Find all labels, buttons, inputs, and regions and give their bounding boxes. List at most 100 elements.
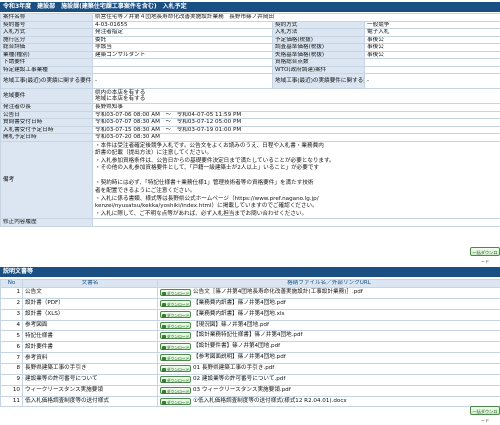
notes-line: ・契約時には必ず、「特記仕様書＋業務仕様1」管理技術者等の資格要件」を満たす技術 — [95, 180, 498, 188]
download-label: ダウンロード — [167, 389, 190, 394]
doc-file-cell: ダウンロード01 長野県建築工事の手引き.pdf — [158, 364, 500, 375]
notes-line: ・その他の入札参加資格要件として、「戸籍一級建築士が2人以上」いること」が必要で… — [95, 165, 498, 173]
download-button[interactable]: ダウンロード — [160, 300, 191, 307]
doc-name: 公告文 — [23, 288, 158, 299]
notes-label: 備考 — [1, 141, 93, 219]
info-label-2: 資格総合点数 — [273, 59, 365, 67]
download-button[interactable]: ダウンロード — [160, 365, 191, 372]
doc-name: 設計要件書 — [23, 342, 158, 353]
download-label: ダウンロード — [167, 356, 190, 361]
table-row: 7参考資料ダウンロード【参考図面説明】篠ノ井第4団地.pdf — [1, 353, 500, 364]
doc-file-link[interactable]: 【業務費内訳書】篠ノ井第4団地.xls — [193, 311, 284, 317]
doc-number: 5 — [1, 331, 23, 342]
doc-file-link[interactable]: 01 長野県建築工事の手引き.pdf — [193, 365, 274, 371]
info-row: 発注者の長長野県知事 — [1, 104, 500, 112]
doc-name: ウィークリースタンス実施要領 — [23, 385, 158, 396]
table-row: 8長野県建築工事の手引きダウンロード01 長野県建築工事の手引き.pdf — [1, 364, 500, 375]
info-value — [93, 59, 273, 67]
info-value: 4-03-01655 — [93, 21, 273, 29]
download-icon — [162, 314, 166, 318]
info-value: 非該当 — [93, 44, 273, 52]
download-button[interactable]: ダウンロード — [160, 311, 191, 318]
doc-file-link[interactable]: 【参考図面説明】篠ノ井第4団地.pdf — [193, 354, 286, 360]
download-all-button[interactable]: 一括ダウンロード — [470, 247, 500, 256]
doc-file-link[interactable]: 02 建設業等の許可番号について.pdf — [193, 376, 285, 382]
info-label-2: 予定価格(税抜) — [273, 36, 365, 44]
info-label: 開札予定日時 — [1, 134, 93, 142]
info-value: 令和03-07-15 08:30 AM ～ 令和03-07-19 01:00 P… — [93, 126, 500, 134]
download-icon — [162, 368, 166, 372]
docs-header-no: No — [1, 280, 23, 288]
info-label: 地域要件 — [1, 89, 93, 104]
doc-file-cell: ダウンロード【設計要件書】篠ノ井第4団地.pdf — [158, 342, 500, 353]
info-value-2: 一般競争 — [365, 21, 500, 29]
download-button[interactable]: ダウンロード — [160, 376, 191, 383]
doc-number: 7 — [1, 353, 23, 364]
info-label-2: WTO(政府調達)案件 — [273, 66, 365, 74]
table-row: 6設計要件書ダウンロード【設計要件書】篠ノ井第4団地.pdf — [1, 342, 500, 353]
info-value-2 — [365, 59, 500, 67]
info-label: 施行区分 — [1, 36, 93, 44]
info-row: 案件名称県営住宅等ノ井第４団地長寿命化改善実施設計業務 長野市篠ノ井岡田 — [1, 14, 500, 22]
notes-line: 者を配置できるようにご注意ください。 — [95, 188, 498, 196]
documents-table: No 文書名 格納ファイル名／外部リンクURL 1公告文ダウンロード公告文［篠ノ… — [0, 279, 500, 407]
info-label-2: 調査基準価格(税抜) — [273, 44, 365, 52]
info-label: 下請要件 — [1, 59, 93, 67]
info-value: 委託 — [93, 36, 273, 44]
info-value: 令和03-07-20 08:30 AM — [93, 134, 500, 142]
download-button[interactable]: ダウンロード — [160, 343, 191, 350]
info-label-2: 地域工事(最近)の実績要件に関する要件 — [273, 74, 365, 89]
info-label-2: 入札方法 — [273, 29, 365, 37]
doc-file-cell: ダウンロード【業務費内訳書】篠ノ井第4団地.xls — [158, 309, 500, 320]
info-value-2: 事後公 — [365, 44, 500, 52]
table-row: 9建設業等の許可番号についてダウンロード02 建設業等の許可番号について.pdf — [1, 374, 500, 385]
docs-header-file: 格納ファイル名／外部リンクURL — [158, 280, 500, 288]
table-row: 11低入札価格調査制度等の送付様式ダウンロード①低入札価格調査制度等の送付様式(… — [1, 396, 500, 407]
info-value — [93, 66, 273, 74]
doc-name: 長野県建築工事の手引き — [23, 364, 158, 375]
download-button[interactable]: ダウンロード — [160, 289, 191, 296]
page-title: 令和3年度 建設部 施設課(建築住宅課工事案件を含む) 入札予定 — [0, 2, 500, 12]
info-value-2: 事後公 — [365, 51, 500, 59]
info-value-line: 地域に本店を有する — [95, 96, 498, 103]
download-button[interactable]: ダウンロード — [160, 322, 191, 329]
download-icon — [162, 335, 166, 339]
notes-text: ・本件は受注者確定後競争入札です。公告文をよくお読みのうえ、日程や入札書・業務費… — [93, 141, 500, 219]
download-icon — [162, 292, 166, 296]
doc-file-link[interactable]: 【現況図】篠ノ井第4団地.pdf — [193, 322, 269, 328]
download-button[interactable]: ダウンロード — [160, 354, 191, 361]
download-button[interactable]: ダウンロード — [160, 387, 191, 394]
doc-number: 6 — [1, 342, 23, 353]
doc-file-link[interactable]: ①低入札価格調査制度等の送付様式(様式12 R2.04.01).docx — [193, 398, 347, 404]
info-label-2: 失格基準価格(税抜) — [273, 51, 365, 59]
download-icon — [162, 401, 166, 405]
doc-number: 9 — [1, 374, 23, 385]
download-label: ダウンロード — [167, 334, 190, 339]
info-value: 県営住宅等ノ井第４団地長寿命化改善実施設計業務 長野市篠ノ井岡田 — [93, 14, 500, 22]
info-row: 特定建設工事業種 WTO(政府調達)案件 — [1, 66, 500, 74]
info-value: - — [93, 74, 273, 89]
download-button[interactable]: ダウンロード — [160, 332, 191, 339]
docs-header-name: 文書名 — [23, 280, 158, 288]
info-label: 特定建設工事業種 — [1, 66, 93, 74]
notes-line: 訳書の記載（提出方法）に注意してください。 — [95, 150, 498, 158]
info-row: 地域要件県内の本店を有する地域に本店を有する — [1, 89, 500, 104]
download-button[interactable]: ダウンロード — [160, 398, 191, 405]
notes-line: kenzei/nyusatsu/kekka/yoshiki/index.html… — [95, 203, 498, 211]
revision-value — [93, 219, 500, 227]
doc-file-link[interactable]: 【業務費内訳書】篠ノ井第4団地.pdf — [193, 300, 286, 306]
doc-file-link[interactable]: 【設計要件書】篠ノ井第4団地.pdf — [193, 343, 280, 349]
download-all-button-bottom[interactable]: 一括ダウンロード — [470, 406, 500, 415]
info-label: 案件名称 — [1, 14, 93, 22]
info-label: 業種(種別) — [1, 51, 93, 59]
info-row: 公告日令和03-07-06 08:00 AM ～ 令和04-07-05 11:5… — [1, 111, 500, 119]
doc-file-cell: ダウンロード【参考図面説明】篠ノ井第4団地.pdf — [158, 353, 500, 364]
doc-file-link[interactable]: 03 ウィークリースタンス実施要領.pdf — [193, 387, 291, 393]
info-row: 入札方式発注者指定入札方法電子入札 — [1, 29, 500, 37]
notes-row: 備考・本件は受注者確定後競争入札です。公告文をよくお読みのうえ、日程や入札書・業… — [1, 141, 500, 219]
info-label: 入札書受付予定日時 — [1, 126, 93, 134]
doc-file-cell: ダウンロード02 建設業等の許可番号について.pdf — [158, 374, 500, 385]
doc-file-link[interactable]: 【設計業務特記仕様書】篠ノ井第4団地.pdf — [193, 332, 303, 338]
info-row: 総合評価非該当調査基準価格(税抜)事後公 — [1, 44, 500, 52]
doc-file-link[interactable]: 公告文［篠ノ井第4団地長寿命化改善実施設計(工事設計業務)］.pdf — [193, 289, 363, 295]
